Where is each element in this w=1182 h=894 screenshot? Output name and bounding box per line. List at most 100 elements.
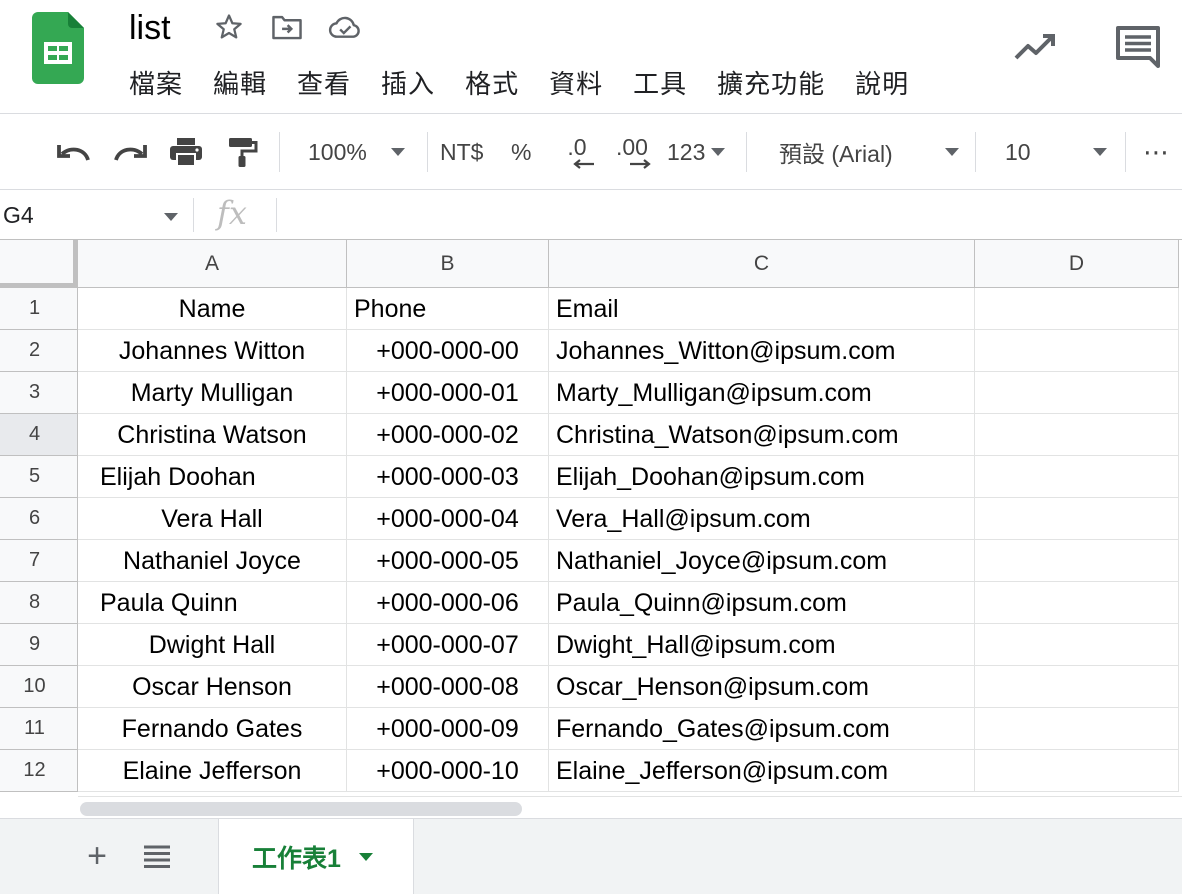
row-header[interactable]: 7: [0, 540, 78, 582]
cell-email[interactable]: Nathaniel_Joyce@ipsum.com: [549, 540, 975, 582]
cell-email[interactable]: Oscar_Henson@ipsum.com: [549, 666, 975, 708]
column-header-c[interactable]: C: [549, 240, 975, 288]
cell-empty[interactable]: [975, 456, 1179, 498]
cell-phone[interactable]: Phone: [347, 288, 549, 330]
activity-trend-icon[interactable]: [1012, 26, 1058, 66]
cell-phone[interactable]: +000-000-01: [347, 372, 549, 414]
cell-email[interactable]: Paula_Quinn@ipsum.com: [549, 582, 975, 624]
cell-empty[interactable]: [975, 624, 1179, 666]
cell-empty[interactable]: [975, 414, 1179, 456]
cell-email[interactable]: Email: [549, 288, 975, 330]
row-header[interactable]: 6: [0, 498, 78, 540]
cell-phone[interactable]: +000-000-08: [347, 666, 549, 708]
cell-name[interactable]: Marty Mulligan: [78, 372, 347, 414]
menu-insert[interactable]: 插入: [381, 66, 435, 102]
cell-empty[interactable]: [975, 498, 1179, 540]
cell-name[interactable]: Vera Hall: [78, 498, 347, 540]
currency-format-button[interactable]: NT$: [440, 114, 483, 190]
cell-name[interactable]: Dwight Hall: [78, 624, 347, 666]
more-formats-select[interactable]: 123: [667, 114, 726, 190]
paint-format-button[interactable]: [226, 114, 260, 190]
row-header[interactable]: 3: [0, 372, 78, 414]
move-to-folder-icon[interactable]: [270, 11, 304, 43]
row-header[interactable]: 8: [0, 582, 78, 624]
sheets-logo-icon[interactable]: [32, 12, 84, 84]
undo-button[interactable]: [56, 114, 92, 190]
cell-empty[interactable]: [975, 288, 1179, 330]
cloud-saved-icon[interactable]: [328, 11, 362, 43]
scrollbar-thumb[interactable]: [80, 802, 522, 816]
row-header[interactable]: 4: [0, 414, 78, 456]
name-box[interactable]: G4: [0, 190, 192, 240]
cell-name[interactable]: Fernando Gates: [78, 708, 347, 750]
cell-email[interactable]: Dwight_Hall@ipsum.com: [549, 624, 975, 666]
cell-phone[interactable]: +000-000-09: [347, 708, 549, 750]
cell-name[interactable]: Johannes Witton: [78, 330, 347, 372]
cell-phone[interactable]: +000-000-07: [347, 624, 549, 666]
redo-button[interactable]: [112, 114, 148, 190]
cell-phone[interactable]: +000-000-03: [347, 456, 549, 498]
cell-name[interactable]: Paula Quinn: [78, 582, 347, 624]
more-options-button[interactable]: ⋯: [1143, 114, 1169, 190]
menu-edit[interactable]: 編輯: [213, 66, 267, 102]
cell-empty[interactable]: [975, 666, 1179, 708]
cell-name[interactable]: Oscar Henson: [78, 666, 347, 708]
decrease-decimal-button[interactable]: .0: [558, 114, 596, 190]
cell-empty[interactable]: [975, 708, 1179, 750]
menu-help[interactable]: 說明: [855, 66, 909, 102]
cell-name[interactable]: Elijah Doohan: [78, 456, 347, 498]
cell-name[interactable]: Name: [78, 288, 347, 330]
row-header[interactable]: 12: [0, 750, 78, 792]
sheet-tab-active[interactable]: 工作表1: [218, 819, 414, 894]
cell-phone[interactable]: +000-000-02: [347, 414, 549, 456]
menu-view[interactable]: 查看: [297, 66, 351, 102]
star-icon[interactable]: [212, 11, 246, 43]
cell-empty[interactable]: [975, 330, 1179, 372]
add-sheet-button[interactable]: +: [80, 837, 114, 875]
font-family-select[interactable]: 預設 (Arial): [779, 114, 959, 190]
cell-phone[interactable]: +000-000-00: [347, 330, 549, 372]
cell-phone[interactable]: +000-000-04: [347, 498, 549, 540]
cell-name[interactable]: Elaine Jefferson: [78, 750, 347, 792]
row-header[interactable]: 10: [0, 666, 78, 708]
cell-email[interactable]: Elijah_Doohan@ipsum.com: [549, 456, 975, 498]
cell-phone[interactable]: +000-000-10: [347, 750, 549, 792]
document-title[interactable]: list: [129, 8, 171, 48]
formula-input[interactable]: [290, 200, 1170, 230]
cell-email[interactable]: Johannes_Witton@ipsum.com: [549, 330, 975, 372]
menu-file[interactable]: 檔案: [129, 66, 183, 102]
zoom-select[interactable]: 100%: [308, 114, 412, 190]
cell-empty[interactable]: [975, 372, 1179, 414]
menu-extensions[interactable]: 擴充功能: [717, 66, 825, 102]
cell-email[interactable]: Marty_Mulligan@ipsum.com: [549, 372, 975, 414]
menu-tools[interactable]: 工具: [633, 66, 687, 102]
menu-data[interactable]: 資料: [549, 66, 603, 102]
cell-phone[interactable]: +000-000-05: [347, 540, 549, 582]
comment-icon[interactable]: [1114, 24, 1162, 70]
menu-format[interactable]: 格式: [465, 66, 519, 102]
increase-decimal-button[interactable]: .00: [612, 114, 652, 190]
cell-name[interactable]: Christina Watson: [78, 414, 347, 456]
row-header[interactable]: 9: [0, 624, 78, 666]
print-button[interactable]: [168, 114, 204, 190]
font-size-select[interactable]: 10: [1005, 114, 1107, 190]
column-header-b[interactable]: B: [347, 240, 549, 288]
row-header[interactable]: 1: [0, 288, 78, 330]
select-all-corner[interactable]: [0, 240, 78, 288]
row-header[interactable]: 11: [0, 708, 78, 750]
cell-email[interactable]: Elaine_Jefferson@ipsum.com: [549, 750, 975, 792]
horizontal-scrollbar[interactable]: [78, 796, 1182, 818]
cell-name[interactable]: Nathaniel Joyce: [78, 540, 347, 582]
row-header[interactable]: 5: [0, 456, 78, 498]
cell-empty[interactable]: [975, 750, 1179, 792]
percent-format-button[interactable]: %: [511, 114, 531, 190]
cell-email[interactable]: Fernando_Gates@ipsum.com: [549, 708, 975, 750]
row-header[interactable]: 2: [0, 330, 78, 372]
spreadsheet-grid[interactable]: A B C D 1 Name Phone Email 2 Johannes Witton +000-…: [0, 240, 1182, 818]
all-sheets-menu-icon[interactable]: [140, 839, 174, 873]
column-header-d[interactable]: D: [975, 240, 1179, 288]
cell-email[interactable]: Christina_Watson@ipsum.com: [549, 414, 975, 456]
cell-email[interactable]: Vera_Hall@ipsum.com: [549, 498, 975, 540]
cell-phone[interactable]: +000-000-06: [347, 582, 549, 624]
cell-empty[interactable]: [975, 582, 1179, 624]
